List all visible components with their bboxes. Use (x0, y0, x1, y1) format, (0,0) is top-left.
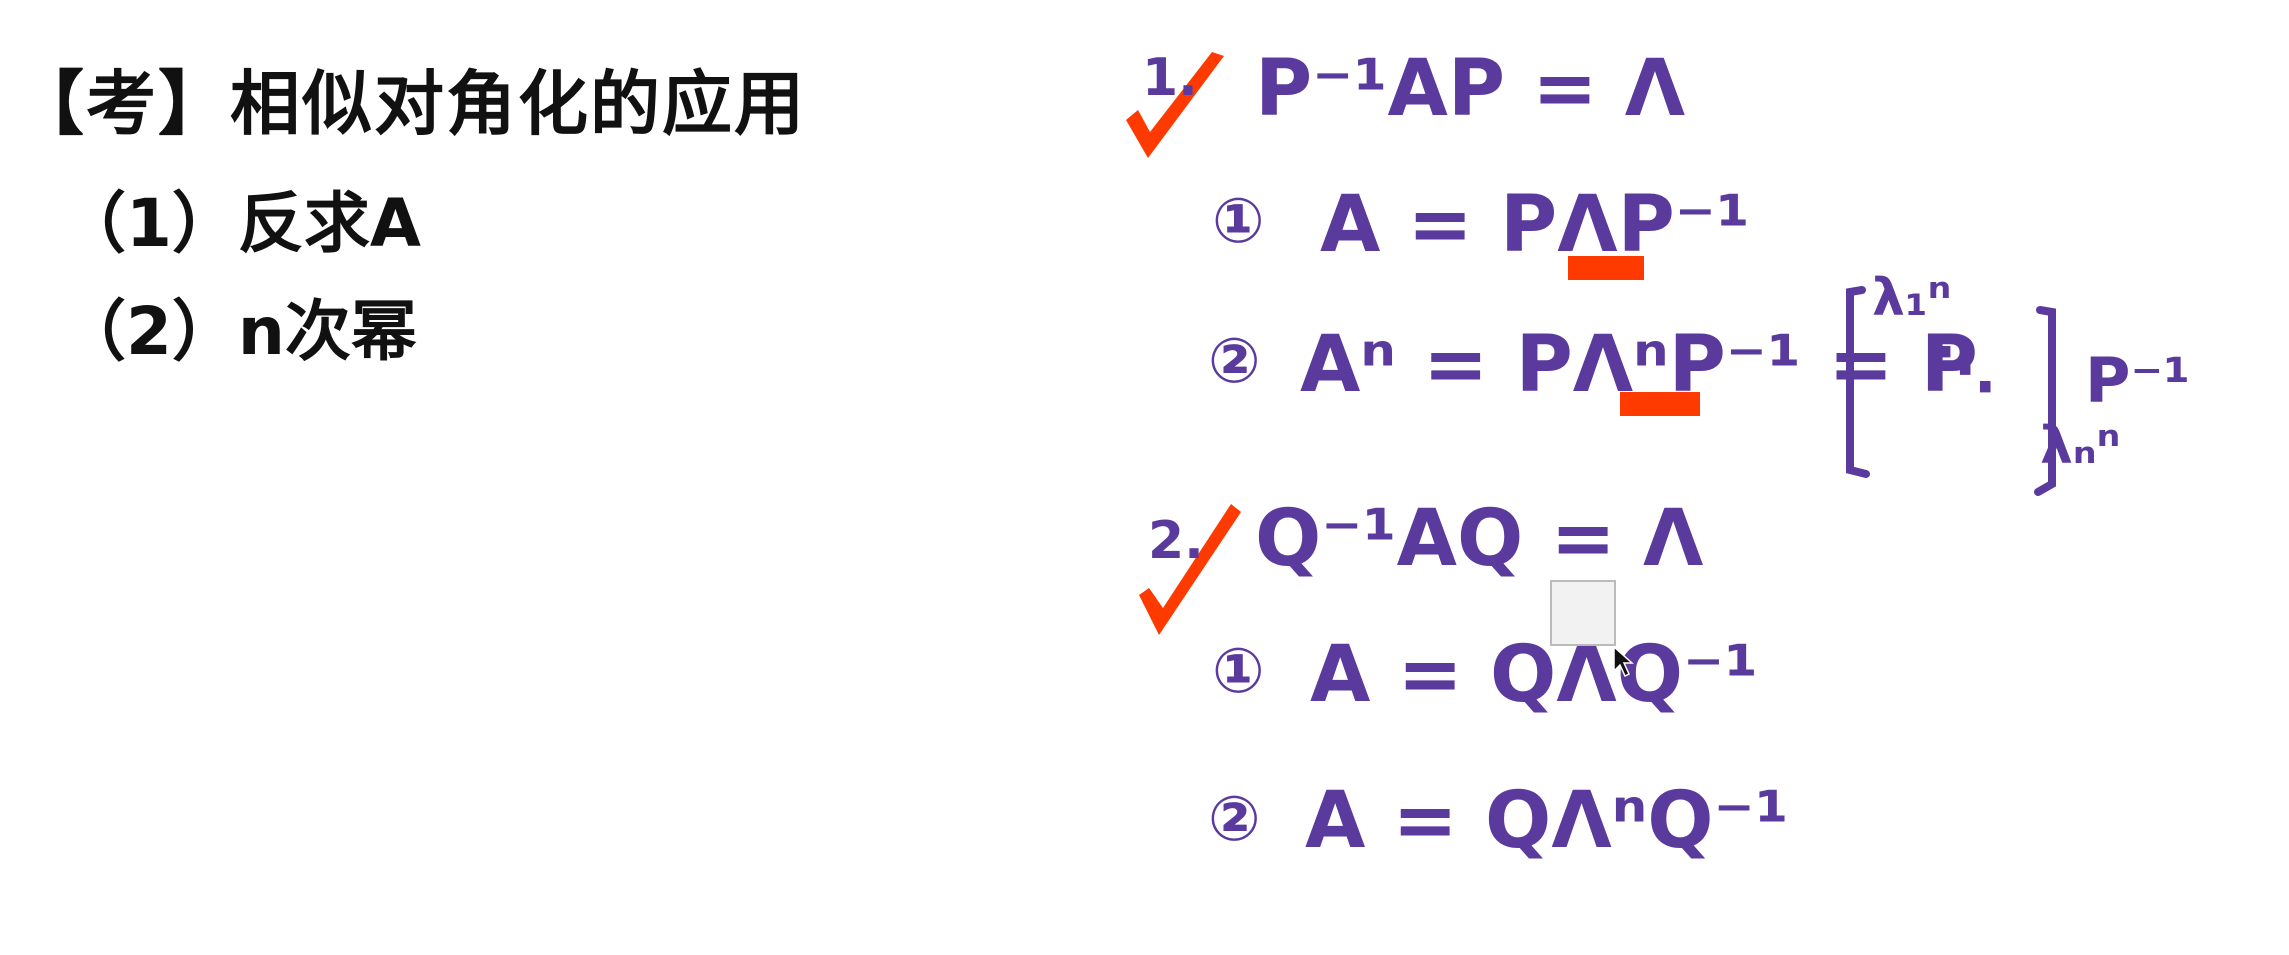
equation-orthogonal-diagonalization: Q⁻¹AQ = Λ (1255, 494, 1704, 584)
equation-inverse-q: A = QΛQ⁻¹ (1310, 630, 1759, 720)
highlight-bar (1620, 392, 1700, 416)
matrix-entry-top: λ₁ⁿ (1872, 268, 1952, 328)
equation-diagonalization: P⁻¹AP = Λ (1255, 44, 1686, 134)
highlight-bar (1568, 256, 1644, 280)
topic-item-power: （2）n次幂 (60, 293, 417, 370)
matrix-entry-bottom: λₙⁿ (2040, 416, 2121, 476)
section-number: 2. (1148, 511, 1204, 571)
equation-inverse: A = PΛP⁻¹ (1320, 180, 1751, 270)
step-marker: ② (1208, 782, 1261, 855)
equation-power-q: A = QΛⁿQ⁻¹ (1305, 776, 1789, 866)
section-number: 1. (1142, 48, 1198, 108)
step-marker: ① (1212, 634, 1265, 707)
step-marker: ① (1212, 184, 1265, 257)
mouse-cursor-icon (1613, 645, 1634, 678)
matrix-inverse-factor: P⁻¹ (2085, 344, 2191, 417)
pointer-tooltip-box (1550, 580, 1616, 646)
step-marker: ② (1208, 324, 1261, 397)
matrix-dots: ⋱ (1935, 335, 1995, 405)
topic-item-inverse: （1）反求A (60, 185, 422, 262)
slide-title: 【考】相似对角化的应用 (14, 63, 806, 145)
